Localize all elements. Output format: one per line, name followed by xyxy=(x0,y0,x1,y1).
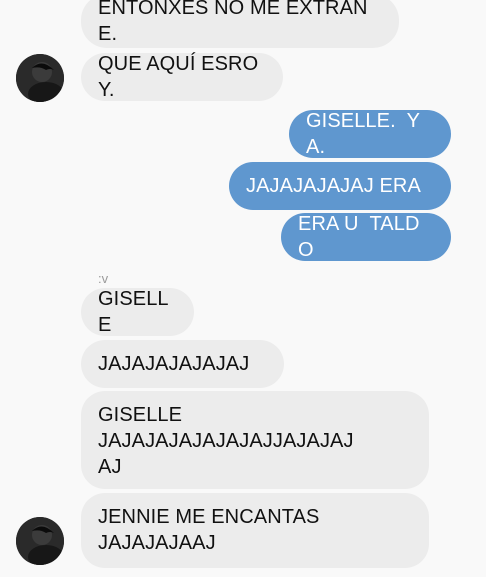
contact-avatar[interactable] xyxy=(16,54,64,102)
message-bubble-incoming[interactable]: QUE AQUÍ ESROY. xyxy=(81,53,283,101)
contact-avatar[interactable] xyxy=(16,517,64,565)
message-bubble-incoming[interactable]: JENNIE ME ENCANTAS JAJAJAJAAJ xyxy=(81,493,429,568)
message-bubble-incoming[interactable]: GISELLE JAJAJAJAJAJAJAJJAJAJAJ AJ xyxy=(81,391,429,489)
message-bubble-outgoing[interactable]: GISELLE. YA. xyxy=(289,110,451,158)
avatar-photo xyxy=(16,517,64,565)
message-bubble-incoming[interactable]: GISELLE xyxy=(81,288,194,336)
message-bubble-outgoing[interactable]: JAJAJAJAJAJ ERA xyxy=(229,162,451,210)
message-bubble-incoming[interactable]: JAJAJAJAJAJAJ xyxy=(81,340,284,388)
message-bubble-outgoing[interactable]: ERA U TALDO xyxy=(281,213,451,261)
message-bubble-incoming[interactable]: ENTONXES NO ME EXTRAÑE. xyxy=(81,0,399,48)
avatar-photo xyxy=(16,54,64,102)
sender-name-label: :v xyxy=(98,271,109,286)
